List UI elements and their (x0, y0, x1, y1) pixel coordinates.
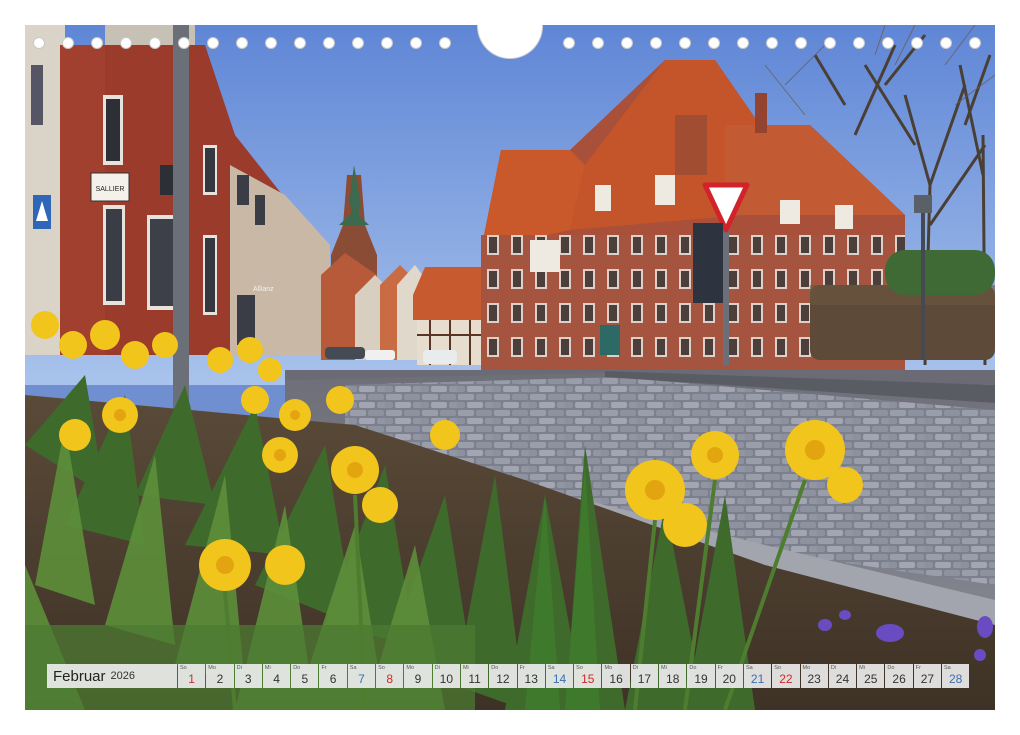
weekday-label: Do (887, 665, 895, 671)
day-number: 4 (273, 672, 280, 686)
day-number: 1 (188, 672, 195, 686)
weekday-label: Do (689, 665, 697, 671)
weekday-label: Di (830, 665, 837, 671)
day-number: 25 (864, 672, 878, 686)
weekday-label: Fr (321, 665, 327, 671)
day-number: 13 (524, 672, 538, 686)
weekday-label: Fr (717, 665, 723, 671)
day-number: 15 (581, 672, 595, 686)
day-cells: So 1 Mo 2 Di 3 Mi 4 Do 5 Fr 6 Sa 7 So 8 Mo 9 Di 10 Mi 11 Do 12 F… (178, 664, 970, 688)
day-cell: Di 24 (828, 664, 857, 688)
weekday-label: Di (236, 665, 242, 671)
day-cell: Mo 16 (602, 664, 630, 688)
weekday-label: Do (491, 665, 499, 671)
weekday-label: Sa (349, 665, 357, 671)
day-number: 18 (666, 672, 680, 686)
weekday-label: Mi (264, 665, 271, 671)
weekday-label: Mo (208, 665, 216, 671)
calendar-page: SALLIER Allianz (25, 25, 995, 710)
day-cell: So 1 (178, 664, 206, 688)
day-cell: Di 3 (234, 664, 262, 688)
building-sign-text: Allianz (253, 286, 274, 293)
day-cell: So 22 (772, 664, 800, 688)
day-cell: Fr 6 (319, 664, 347, 688)
day-cell: Mi 4 (262, 664, 291, 688)
day-number: 16 (609, 672, 623, 686)
weekday-label: Mo (802, 665, 811, 671)
day-cell: Sa 21 (743, 664, 772, 688)
weekday-label: Mo (604, 665, 613, 671)
day-number: 12 (496, 672, 510, 686)
weekday-label: Mi (661, 665, 667, 671)
day-cell: Sa 28 (942, 664, 970, 688)
month-year: 2026 (110, 670, 136, 682)
day-number: 9 (414, 672, 422, 686)
day-number: 3 (244, 672, 252, 686)
weekday-label: Sa (745, 665, 753, 671)
weekday-label: Mo (406, 665, 415, 671)
day-number: 10 (439, 672, 453, 686)
day-cell: Mo 2 (206, 664, 234, 688)
day-cell: Mi 11 (460, 664, 489, 688)
weekday-label: So (378, 665, 385, 671)
weekday-label: Mi (859, 665, 865, 671)
day-cell: Mo 23 (800, 664, 828, 688)
day-number: 11 (468, 672, 481, 686)
day-cell: Di 17 (630, 664, 659, 688)
weekday-label: Do (293, 665, 301, 671)
weekday-label: So (576, 665, 583, 671)
weekday-label: Mi (462, 665, 469, 671)
month-name: Februar (53, 667, 106, 685)
weekday-label: Di (632, 665, 638, 671)
day-cell: Do 26 (885, 664, 913, 688)
day-cell: Mo 9 (404, 664, 432, 688)
shop-sign-text: SALLIER (96, 186, 125, 193)
town-street-photo: SALLIER Allianz (25, 25, 995, 710)
weekday-label: Sa (547, 665, 555, 671)
day-number: 21 (750, 672, 765, 686)
day-number: 28 (948, 672, 963, 686)
weekday-label: Fr (519, 665, 525, 671)
day-number: 20 (722, 672, 736, 686)
day-cell: Do 19 (687, 664, 715, 688)
day-cell: Fr 20 (715, 664, 743, 688)
day-cell: Fr 27 (913, 664, 942, 688)
day-cell: Di 10 (432, 664, 460, 688)
day-number: 2 (216, 672, 224, 686)
day-cell: Sa 14 (545, 664, 574, 688)
day-cell: Sa 7 (347, 664, 376, 688)
day-number: 23 (807, 672, 821, 686)
day-number: 22 (779, 672, 793, 686)
month-label: Februar 2026 (47, 664, 177, 688)
day-cell: Do 5 (291, 664, 319, 688)
weekday-label: Di (434, 665, 440, 671)
day-number: 24 (835, 672, 850, 686)
weekday-label: So (774, 665, 781, 671)
day-number: 8 (386, 672, 394, 686)
day-number: 7 (358, 672, 365, 686)
day-number: 6 (329, 672, 337, 686)
calendar-strip: Februar 2026 So 1 Mo 2 Di 3 Mi 4 Do 5 Fr 6 Sa 7 So 8 Mo 9… (47, 664, 970, 688)
day-number: 17 (637, 672, 652, 686)
weekday-label: Sa (944, 665, 951, 671)
weekday-label: So (180, 665, 187, 671)
day-number: 27 (920, 672, 935, 686)
day-cell: Do 12 (489, 664, 517, 688)
day-number: 26 (892, 672, 906, 686)
day-cell: Mi 25 (857, 664, 885, 688)
day-cell: So 15 (574, 664, 602, 688)
day-number: 14 (552, 672, 567, 686)
day-cell: So 8 (376, 664, 404, 688)
weekday-label: Fr (915, 665, 921, 671)
day-number: 19 (694, 672, 708, 686)
day-number: 5 (301, 672, 309, 686)
day-cell: Fr 13 (517, 664, 545, 688)
day-cell: Mi 18 (659, 664, 687, 688)
